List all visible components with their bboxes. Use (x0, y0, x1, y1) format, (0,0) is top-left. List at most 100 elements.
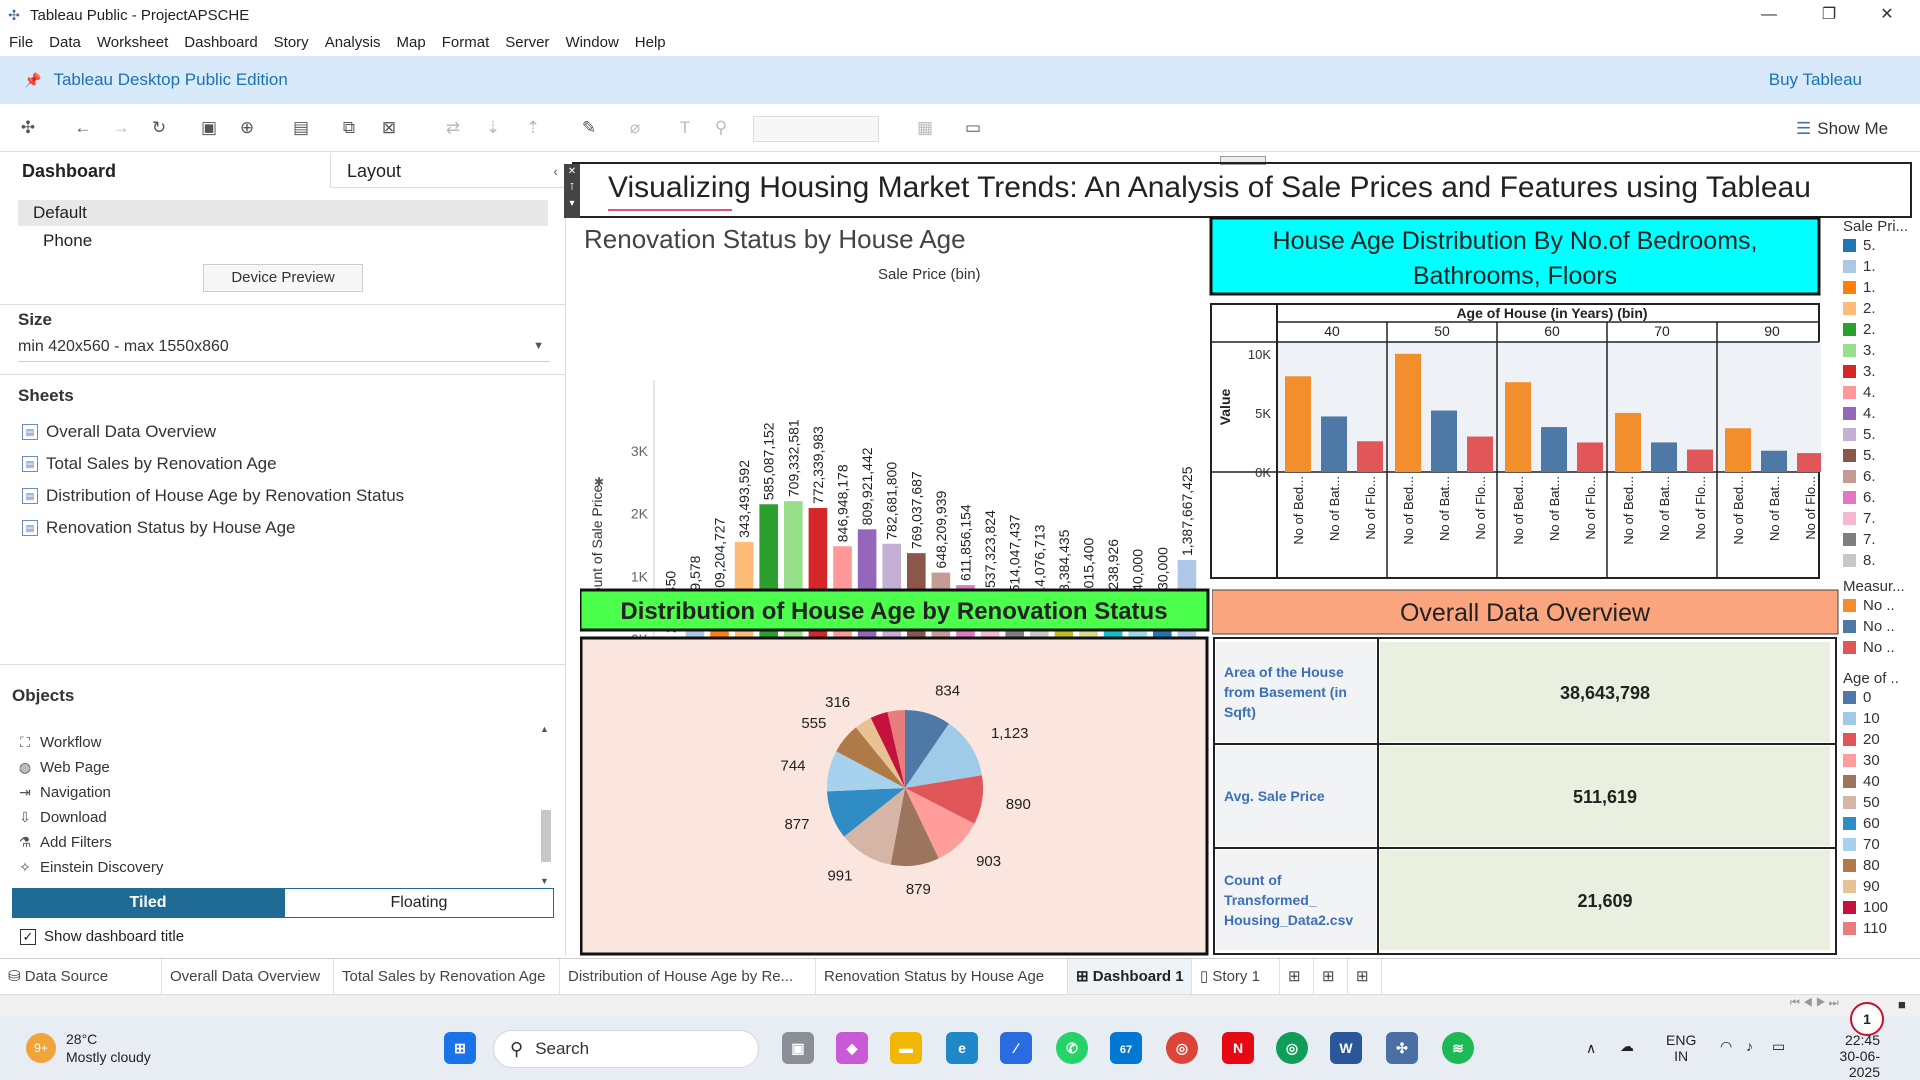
tab-overall-data-overview[interactable]: Overall Data Overview (162, 959, 334, 995)
new-worksheet-icon[interactable]: ▤ (290, 118, 312, 138)
age-bar[interactable] (1357, 441, 1383, 472)
legend-item[interactable]: 4. (1843, 382, 1920, 403)
floating-button[interactable]: Floating (284, 888, 554, 918)
add-data-source-icon[interactable]: ⊕ (236, 118, 258, 138)
legend-item[interactable]: 2. (1843, 319, 1920, 340)
collapse-panel-icon[interactable]: ‹ (553, 154, 558, 188)
new-worksheet-tab-icon[interactable]: ⊞ (1280, 959, 1314, 995)
legend-item[interactable]: 80 (1843, 855, 1920, 876)
menu-dashboard[interactable]: Dashboard (184, 34, 257, 51)
wifi-icon[interactable]: ◠ (1720, 1038, 1732, 1054)
legend-item[interactable]: No .. (1843, 637, 1920, 658)
group-icon[interactable]: ⌀ (624, 118, 646, 138)
show-cards-icon[interactable]: ▦ (914, 118, 936, 138)
windows-start-icon[interactable]: ⊞ (444, 1032, 476, 1064)
copilot-icon[interactable]: ◆ (836, 1032, 868, 1064)
size-dropdown[interactable]: min 420x560 - max 1550x860 ▼ (18, 338, 550, 362)
dashboard-title-box[interactable]: Visualizing Housing Market Trends: An An… (572, 162, 1912, 218)
age-bar[interactable] (1321, 416, 1347, 472)
buy-tableau-link[interactable]: Buy Tableau (1769, 70, 1862, 90)
age-bar[interactable] (1395, 353, 1421, 472)
legend-item[interactable]: No .. (1843, 595, 1920, 616)
legend-item[interactable]: 4. (1843, 403, 1920, 424)
age-bar[interactable] (1505, 382, 1531, 472)
menu-help[interactable]: Help (635, 34, 666, 51)
legend-item[interactable]: 3. (1843, 340, 1920, 361)
device-preview-button[interactable]: Device Preview (203, 264, 363, 292)
legend-item[interactable]: 5. (1843, 445, 1920, 466)
fit-dropdown[interactable] (753, 116, 879, 142)
save-icon[interactable]: ▣ (198, 118, 220, 138)
sheet-item-renovation-status[interactable]: ▤ Renovation Status by House Age (22, 518, 296, 538)
legend-item[interactable]: 50 (1843, 792, 1920, 813)
tableau-home-icon[interactable]: ✣ (17, 118, 39, 138)
age-bar[interactable] (1541, 427, 1567, 472)
weather-widget[interactable]: 9+ 28°C Mostly cloudy (26, 1030, 151, 1066)
sale-price-legend[interactable]: Sale Pri... 5. 1. 1. 2. 2. 3. 3. 4. 4. 5. 5. 6. 6. 7.… (1843, 218, 1920, 571)
file-explorer-icon[interactable]: ▬ (890, 1032, 922, 1064)
whatsapp-icon[interactable]: ✆ (1056, 1032, 1088, 1064)
object-einstein-discovery[interactable]: ✧ Einstein Discovery (16, 859, 163, 876)
taskbar-search[interactable]: ⚲ Search (493, 1030, 759, 1068)
more-options-icon[interactable]: ▾ (564, 196, 580, 212)
remove-icon[interactable]: ✕ (564, 164, 580, 180)
volume-icon[interactable]: ♪ (1746, 1038, 1753, 1054)
object-download[interactable]: ⇩ Download (16, 809, 107, 826)
legend-item[interactable]: 1. (1843, 277, 1920, 298)
new-story-tab-icon[interactable]: ⊞ (1348, 959, 1382, 995)
tiled-button[interactable]: Tiled (12, 888, 284, 918)
age-bar[interactable] (1285, 376, 1311, 472)
word-icon[interactable]: W (1330, 1032, 1362, 1064)
legend-item[interactable]: 5. (1843, 235, 1920, 256)
scroll-thumb[interactable] (541, 810, 551, 862)
sheet-item-distribution[interactable]: ▤ Distribution of House Age by Renovation… (22, 486, 404, 506)
notification-badge[interactable]: 1 (1850, 1002, 1884, 1036)
legend-item[interactable]: 1. (1843, 256, 1920, 277)
sheet-item-overall-data-overview[interactable]: ▤ Overall Data Overview (22, 422, 216, 442)
menu-file[interactable]: File (9, 34, 33, 51)
restore-icon[interactable]: ❐ (1800, 0, 1858, 30)
chrome-profile-icon[interactable]: ◎ (1276, 1032, 1308, 1064)
tab-data-source[interactable]: ⛁ Data Source (0, 959, 162, 995)
battery-icon[interactable]: ▭ (1772, 1038, 1785, 1054)
chrome-icon[interactable]: ◎ (1166, 1032, 1198, 1064)
duplicate-sheet-icon[interactable]: ⧉ (338, 118, 360, 138)
device-phone[interactable]: Phone (43, 228, 92, 254)
legend-item[interactable]: 10 (1843, 708, 1920, 729)
show-title-checkbox[interactable]: ✓ Show dashboard title (20, 928, 184, 945)
sheet-sorter-icon[interactable]: ■ (1898, 997, 1906, 1012)
age-bar[interactable] (1431, 410, 1457, 472)
legend-item[interactable]: 6. (1843, 466, 1920, 487)
tab-renovation-status[interactable]: Renovation Status by House Age (816, 959, 1068, 995)
age-legend[interactable]: Age of .. 0 10 20 30 40 50 60 70 80 90 100 110 (1843, 670, 1920, 939)
object-workflow[interactable]: ⛶ Workflow (16, 734, 101, 751)
legend-item[interactable]: 8. (1843, 550, 1920, 571)
menu-data[interactable]: Data (49, 34, 81, 51)
age-bar[interactable] (1761, 450, 1787, 472)
sort-descending-icon[interactable]: ⇡ (522, 118, 544, 138)
legend-item[interactable]: 3. (1843, 361, 1920, 382)
outlook-icon[interactable]: 67 (1110, 1032, 1142, 1064)
object-add-filters[interactable]: ⚗ Add Filters (16, 834, 112, 851)
device-default[interactable]: Default (18, 200, 548, 226)
tab-nav-icon[interactable]: ⏮ ◀ ▶ ⏭ (1790, 997, 1839, 1010)
age-bar[interactable] (1687, 449, 1713, 472)
legend-item[interactable]: 2. (1843, 298, 1920, 319)
clock[interactable]: 22:45 30-06-2025 (1810, 1032, 1880, 1080)
redo-icon[interactable]: → (110, 118, 132, 138)
legend-item[interactable]: 40 (1843, 771, 1920, 792)
tableau-taskbar-icon[interactable]: ✣ (1386, 1032, 1418, 1064)
spotify-icon[interactable]: ≋ (1442, 1032, 1474, 1064)
object-web-page[interactable]: ◍ Web Page (16, 759, 110, 776)
pen-app-icon[interactable]: ∕ (1000, 1032, 1032, 1064)
tab-dashboard[interactable]: Dashboard (22, 154, 116, 188)
undo-icon[interactable]: ← (72, 118, 94, 138)
legend-item[interactable]: 6. (1843, 487, 1920, 508)
pin-icon[interactable]: ⊺ (564, 180, 580, 196)
age-bar[interactable] (1797, 453, 1821, 472)
tab-total-sales[interactable]: Total Sales by Renovation Age (334, 959, 560, 995)
tab-layout[interactable]: Layout ‹ (330, 154, 566, 188)
replay-icon[interactable]: ↻ (148, 118, 170, 138)
legend-item[interactable]: 110 (1843, 918, 1920, 939)
swap-icon[interactable]: ⇄ (442, 118, 464, 138)
